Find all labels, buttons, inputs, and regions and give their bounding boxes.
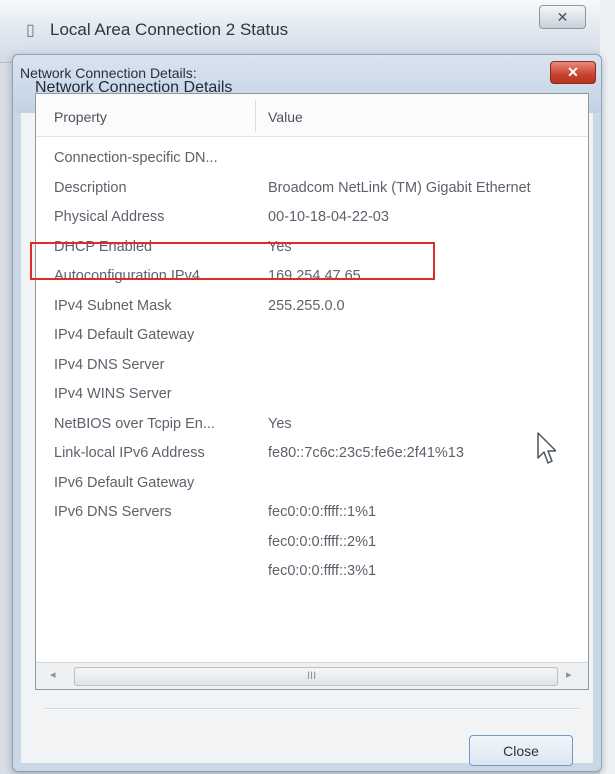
table-row[interactable]: IPv6 Default Gateway bbox=[36, 471, 588, 500]
property-cell: Connection-specific DN... bbox=[54, 150, 218, 166]
value-cell: fe80::7c6c:23c5:fe6e:2f41%13 bbox=[268, 445, 464, 461]
details-listview[interactable]: Property Value Connection-specific DN...… bbox=[35, 93, 589, 690]
status-window-close-button[interactable]: ✕ bbox=[539, 5, 586, 29]
property-cell: IPv6 DNS Servers bbox=[54, 504, 172, 520]
dialog-close-icon[interactable]: ✕ bbox=[550, 61, 596, 84]
property-cell: IPv4 WINS Server bbox=[54, 386, 172, 402]
property-cell: IPv4 DNS Server bbox=[54, 356, 165, 373]
table-row[interactable]: IPv4 Subnet Mask 255.255.0.0 bbox=[36, 294, 588, 323]
value-cell: fec0:0:0:ffff::3%1 bbox=[268, 563, 377, 579]
section-label: Network Connection Details: bbox=[20, 65, 197, 81]
value-cell: 255.255.0.0 bbox=[268, 297, 345, 314]
property-cell: IPv6 Default Gateway bbox=[54, 474, 195, 491]
table-row[interactable]: IPv6 DNS Servers fec0:0:0:ffff::1%1 bbox=[36, 500, 588, 529]
separator bbox=[45, 708, 579, 710]
horizontal-scrollbar[interactable]: ◂ III ▸ bbox=[36, 662, 588, 689]
table-row[interactable]: IPv4 DNS Server bbox=[36, 353, 588, 382]
scroll-left-arrow-icon[interactable]: ◂ bbox=[50, 668, 56, 681]
property-cell: IPv4 Default Gateway bbox=[54, 327, 195, 343]
property-cell: Physical Address bbox=[54, 209, 165, 225]
value-cell: fec0:0:0:ffff::1%1 bbox=[268, 504, 377, 520]
value-cell: fec0:0:0:ffff::2%1 bbox=[268, 533, 377, 550]
column-divider[interactable] bbox=[255, 100, 256, 132]
list-header: Property Value bbox=[36, 94, 588, 137]
table-row[interactable]: Physical Address 00-10-18-04-22-03 bbox=[36, 205, 588, 234]
table-row[interactable]: IPv4 WINS Server bbox=[36, 382, 588, 411]
scrollbar-grip-icon: III bbox=[307, 670, 317, 682]
column-header-property[interactable]: Property bbox=[54, 109, 107, 125]
column-header-value[interactable]: Value bbox=[268, 109, 303, 125]
close-button[interactable]: Close bbox=[469, 735, 573, 766]
mouse-pointer-icon bbox=[537, 432, 556, 464]
physical-address-highlight bbox=[30, 242, 435, 280]
property-cell: NetBIOS over Tcpip En... bbox=[54, 415, 215, 432]
scrollbar-thumb[interactable]: III bbox=[74, 667, 558, 686]
status-window-edge bbox=[600, 0, 615, 774]
property-cell: Description bbox=[54, 179, 127, 196]
value-cell: Broadcom NetLink (TM) Gigabit Ethernet bbox=[268, 179, 531, 196]
table-row[interactable]: Connection-specific DN... bbox=[36, 146, 588, 175]
table-row[interactable]: NetBIOS over Tcpip En... Yes bbox=[36, 412, 588, 441]
table-row[interactable]: Description Broadcom NetLink (TM) Gigabit… bbox=[36, 176, 588, 205]
value-cell: 00-10-18-04-22-03 bbox=[268, 209, 389, 225]
table-row[interactable]: fec0:0:0:ffff::3%1 bbox=[36, 559, 588, 588]
network-status-icon: ▯ bbox=[26, 22, 35, 39]
table-row[interactable]: fec0:0:0:ffff::2%1 bbox=[36, 530, 588, 559]
table-row[interactable]: IPv4 Default Gateway bbox=[36, 323, 588, 352]
property-cell: IPv4 Subnet Mask bbox=[54, 297, 172, 314]
status-window-title: Local Area Connection 2 Status bbox=[50, 20, 289, 39]
value-cell: Yes bbox=[268, 415, 292, 432]
property-cell: Link-local IPv6 Address bbox=[54, 445, 205, 461]
table-row[interactable]: Link-local IPv6 Address fe80::7c6c:23c5:f… bbox=[36, 441, 588, 470]
scroll-right-arrow-icon[interactable]: ▸ bbox=[566, 668, 572, 681]
